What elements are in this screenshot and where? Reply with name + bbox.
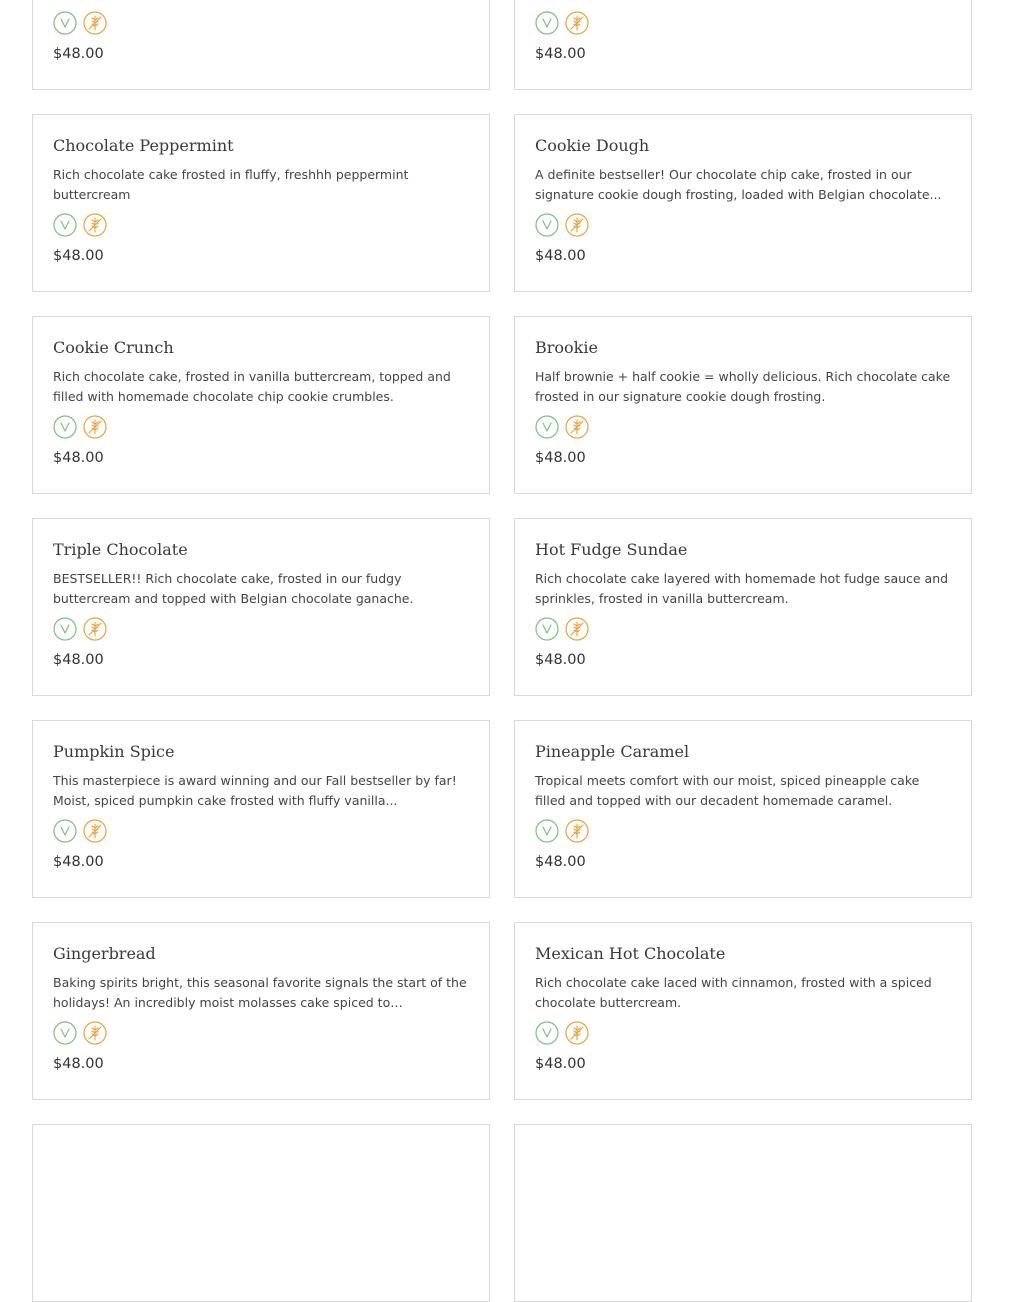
product-description: Vanilla cake filled with homemade sweet … [53, 0, 469, 2]
product-description: Half brownie + half cookie = wholly deli… [535, 369, 951, 404]
gluten-free-icon [83, 11, 107, 35]
product-title[interactable]: Cookie Crunch [53, 337, 469, 359]
dietary-icons [53, 415, 469, 439]
gluten-free-icon [83, 617, 107, 641]
product-title[interactable]: Mexican Hot Chocolate [535, 943, 951, 965]
product-description: Tropical meets comfort with our moist, s… [535, 773, 920, 808]
product-card[interactable]: Hot Fudge Sundae Rich chocolate cake lay… [514, 518, 972, 696]
gluten-free-icon [565, 819, 589, 843]
product-description: Refreshing lemon cake, frosted in a refr… [535, 0, 951, 2]
product-price: $48.00 [535, 248, 586, 264]
dietary-icons [53, 617, 469, 641]
vegan-icon [535, 819, 559, 843]
product-title[interactable]: Brookie [535, 337, 951, 359]
vegan-icon [53, 819, 77, 843]
gluten-free-icon [565, 415, 589, 439]
gluten-free-icon [83, 213, 107, 237]
dietary-icons [535, 415, 951, 439]
product-price: $48.00 [53, 652, 104, 668]
product-card[interactable]: Lemon Refreshing lemon cake, frosted in … [514, 0, 972, 90]
vegan-icon [535, 11, 559, 35]
product-price: $48.00 [535, 854, 586, 870]
product-description: BESTSELLER!! Rich chocolate cake, froste… [53, 571, 414, 606]
dietary-icons [535, 1021, 951, 1045]
product-price: $48.00 [535, 450, 586, 466]
gluten-free-icon [83, 415, 107, 439]
product-card[interactable]: Cookie Dough A definite bestseller! Our … [514, 114, 972, 292]
product-title[interactable]: Chocolate Peppermint [53, 135, 469, 157]
product-card[interactable]: Pumpkin Spice This masterpiece is award … [32, 720, 490, 898]
product-title[interactable]: Hot Fudge Sundae [535, 539, 951, 561]
product-description: A definite bestseller! Our chocolate chi… [535, 167, 942, 202]
vegan-icon [53, 617, 77, 641]
product-card[interactable]: Brookie Half brownie + half cookie = who… [514, 316, 972, 494]
product-price: $48.00 [53, 854, 104, 870]
dietary-icons [53, 819, 469, 843]
product-price: $48.00 [535, 652, 586, 668]
product-price: $48.00 [535, 1056, 586, 1072]
product-title[interactable]: Triple Chocolate [53, 539, 469, 561]
vegan-icon [535, 213, 559, 237]
product-card[interactable]: Cookie Crunch Rich chocolate cake, frost… [32, 316, 490, 494]
dietary-icons [535, 617, 951, 641]
vegan-icon [535, 617, 559, 641]
vegan-icon [535, 1021, 559, 1045]
product-price: $48.00 [53, 1056, 104, 1072]
product-title[interactable]: Pineapple Caramel [535, 741, 951, 763]
product-title[interactable]: Pumpkin Spice [53, 741, 469, 763]
dietary-icons [53, 1021, 469, 1045]
dietary-icons [535, 819, 951, 843]
product-card[interactable]: Triple Chocolate BESTSELLER!! Rich choco… [32, 518, 490, 696]
product-description: Baking spirits bright, this seasonal fav… [53, 975, 467, 1010]
product-title[interactable]: Cookie Dough [535, 135, 951, 157]
product-card[interactable]: Mexican Hot Chocolate Rich chocolate cak… [514, 922, 972, 1100]
product-card[interactable]: Pineapple Caramel Tropical meets comfort… [514, 720, 972, 898]
product-price: $48.00 [53, 450, 104, 466]
dietary-icons [53, 213, 469, 237]
dietary-icons [535, 11, 951, 35]
product-card[interactable]: Gingerbread Baking spirits bright, this … [32, 922, 490, 1100]
product-title[interactable]: Gingerbread [53, 943, 469, 965]
product-description: This masterpiece is award winning and ou… [53, 773, 457, 808]
product-grid: Coconut Vanilla cake filled with homemad… [32, 0, 972, 1302]
gluten-free-icon [565, 11, 589, 35]
dietary-icons [53, 11, 469, 35]
gluten-free-icon [565, 617, 589, 641]
vegan-icon [53, 415, 77, 439]
product-description: Rich chocolate cake laced with cinnamon,… [535, 975, 932, 1010]
product-card[interactable]: Chocolate Peppermint Rich chocolate cake… [32, 114, 490, 292]
vegan-icon [53, 213, 77, 237]
product-price: $48.00 [53, 46, 104, 62]
dietary-icons [535, 213, 951, 237]
vegan-icon [535, 415, 559, 439]
gluten-free-icon [565, 1021, 589, 1045]
gluten-free-icon [83, 1021, 107, 1045]
product-price: $48.00 [535, 46, 586, 62]
product-card[interactable]: Coconut Vanilla cake filled with homemad… [32, 0, 490, 90]
product-description: Rich chocolate cake layered with homemad… [535, 571, 949, 606]
gluten-free-icon [83, 819, 107, 843]
product-description: Rich chocolate cake frosted in fluffy, f… [53, 167, 409, 202]
vegan-icon [53, 1021, 77, 1045]
gluten-free-icon [565, 213, 589, 237]
product-description: Rich chocolate cake, frosted in vanilla … [53, 369, 451, 404]
vegan-icon [53, 11, 77, 35]
product-price: $48.00 [53, 248, 104, 264]
